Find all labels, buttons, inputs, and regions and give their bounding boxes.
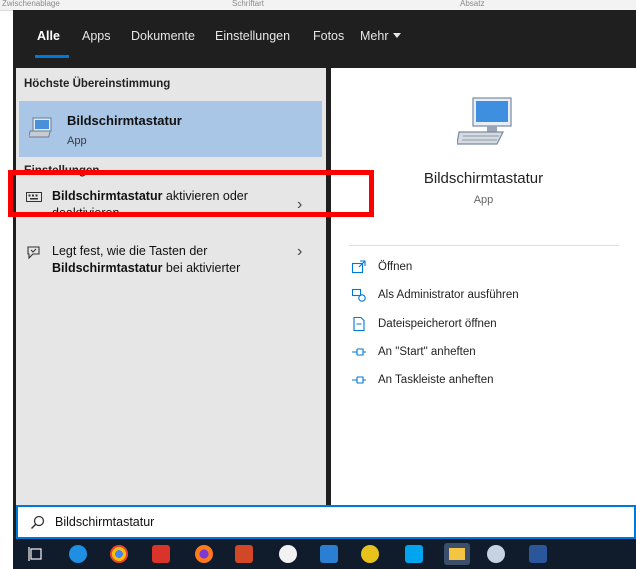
- preview-subtitle: App: [473, 194, 494, 206]
- search-filter-tabs: Alle Apps Dokumente Einstellungen Fotos …: [13, 10, 636, 68]
- pin-icon: [352, 376, 366, 384]
- chevron-down-icon: [393, 33, 402, 38]
- settings-result-label: Legt fest, wie die Tasten der Bildschirm…: [52, 243, 272, 277]
- search-input[interactable]: Bildschirmtastatur: [55, 515, 154, 529]
- action-label: Öffnen: [378, 261, 413, 273]
- file-explorer-icon: [449, 548, 465, 560]
- best-match-heading: Höchste Übereinstimmung: [24, 78, 171, 90]
- results-list: Höchste Übereinstimmung Bildschirmtastat…: [16, 68, 326, 505]
- pin-icon: [352, 348, 366, 356]
- best-match-subtitle: App: [67, 135, 87, 147]
- action-label: An "Start" anheften: [378, 346, 476, 358]
- chrome-icon[interactable]: [110, 545, 128, 563]
- file-location-icon: [353, 316, 365, 332]
- edge-icon[interactable]: [69, 545, 87, 563]
- preview-pane: Bildschirmtastatur App Öffnen Als Admini…: [331, 68, 636, 505]
- taskbar: [13, 539, 636, 569]
- action-label: An Taskleiste anheften: [378, 374, 494, 386]
- annotation-highlight-box: [8, 170, 374, 217]
- tab-settings[interactable]: Einstellungen: [215, 29, 290, 43]
- app-red-icon[interactable]: [152, 545, 170, 563]
- best-match-result[interactable]: Bildschirmtastatur App: [19, 101, 322, 157]
- app-white-icon[interactable]: [279, 545, 297, 563]
- chevron-right-icon: ›: [297, 243, 303, 260]
- ribbon-group-label: Absatz: [460, 0, 485, 8]
- tab-more-label: Mehr: [360, 29, 389, 43]
- task-view-icon[interactable]: [27, 545, 45, 563]
- preview-title: Bildschirmtastatur: [423, 170, 544, 187]
- ease-of-access-icon: [27, 246, 40, 260]
- settings-result-prefix: Legt fest, wie die Tasten der: [52, 244, 208, 258]
- tab-photos[interactable]: Fotos: [313, 29, 344, 43]
- ribbon-group-label: Zwischenablage: [2, 0, 60, 8]
- app-yellow-icon[interactable]: [361, 545, 379, 563]
- skype-icon[interactable]: [405, 545, 423, 563]
- ribbon-group-label: Schriftart: [232, 0, 265, 8]
- start-search-flyout: Alle Apps Dokumente Einstellungen Fotos …: [13, 10, 636, 569]
- search-box[interactable]: Bildschirmtastatur: [16, 505, 636, 539]
- firefox-icon[interactable]: [195, 545, 213, 563]
- onscreen-keyboard-large-icon: [457, 97, 512, 145]
- best-match-title: Bildschirmtastatur: [67, 113, 182, 128]
- settings-result-keys-behavior[interactable]: Legt fest, wie die Tasten der Bildschirm…: [16, 243, 326, 285]
- paint-icon[interactable]: [487, 545, 505, 563]
- file-explorer-icon-wrap[interactable]: [444, 543, 470, 565]
- action-label: Dateispeicherort öffnen: [378, 318, 497, 330]
- onscreen-keyboard-icon: [29, 117, 52, 138]
- open-icon: [351, 260, 366, 274]
- action-label: Als Administrator ausführen: [378, 289, 519, 301]
- search-icon: [30, 515, 45, 530]
- outlook-icon[interactable]: [320, 545, 338, 563]
- powerpoint-icon[interactable]: [235, 545, 253, 563]
- tab-documents[interactable]: Dokumente: [131, 29, 195, 43]
- settings-result-bold: Bildschirmtastatur: [52, 261, 163, 275]
- active-tab-indicator: [35, 55, 69, 58]
- settings-result-rest: bei aktivierter: [162, 261, 241, 275]
- tab-all[interactable]: Alle: [37, 29, 60, 43]
- tab-apps[interactable]: Apps: [82, 29, 111, 43]
- word-icon[interactable]: [529, 545, 547, 563]
- tab-more[interactable]: Mehr: [360, 29, 402, 43]
- admin-icon: [351, 288, 366, 302]
- preview-divider: [349, 245, 619, 246]
